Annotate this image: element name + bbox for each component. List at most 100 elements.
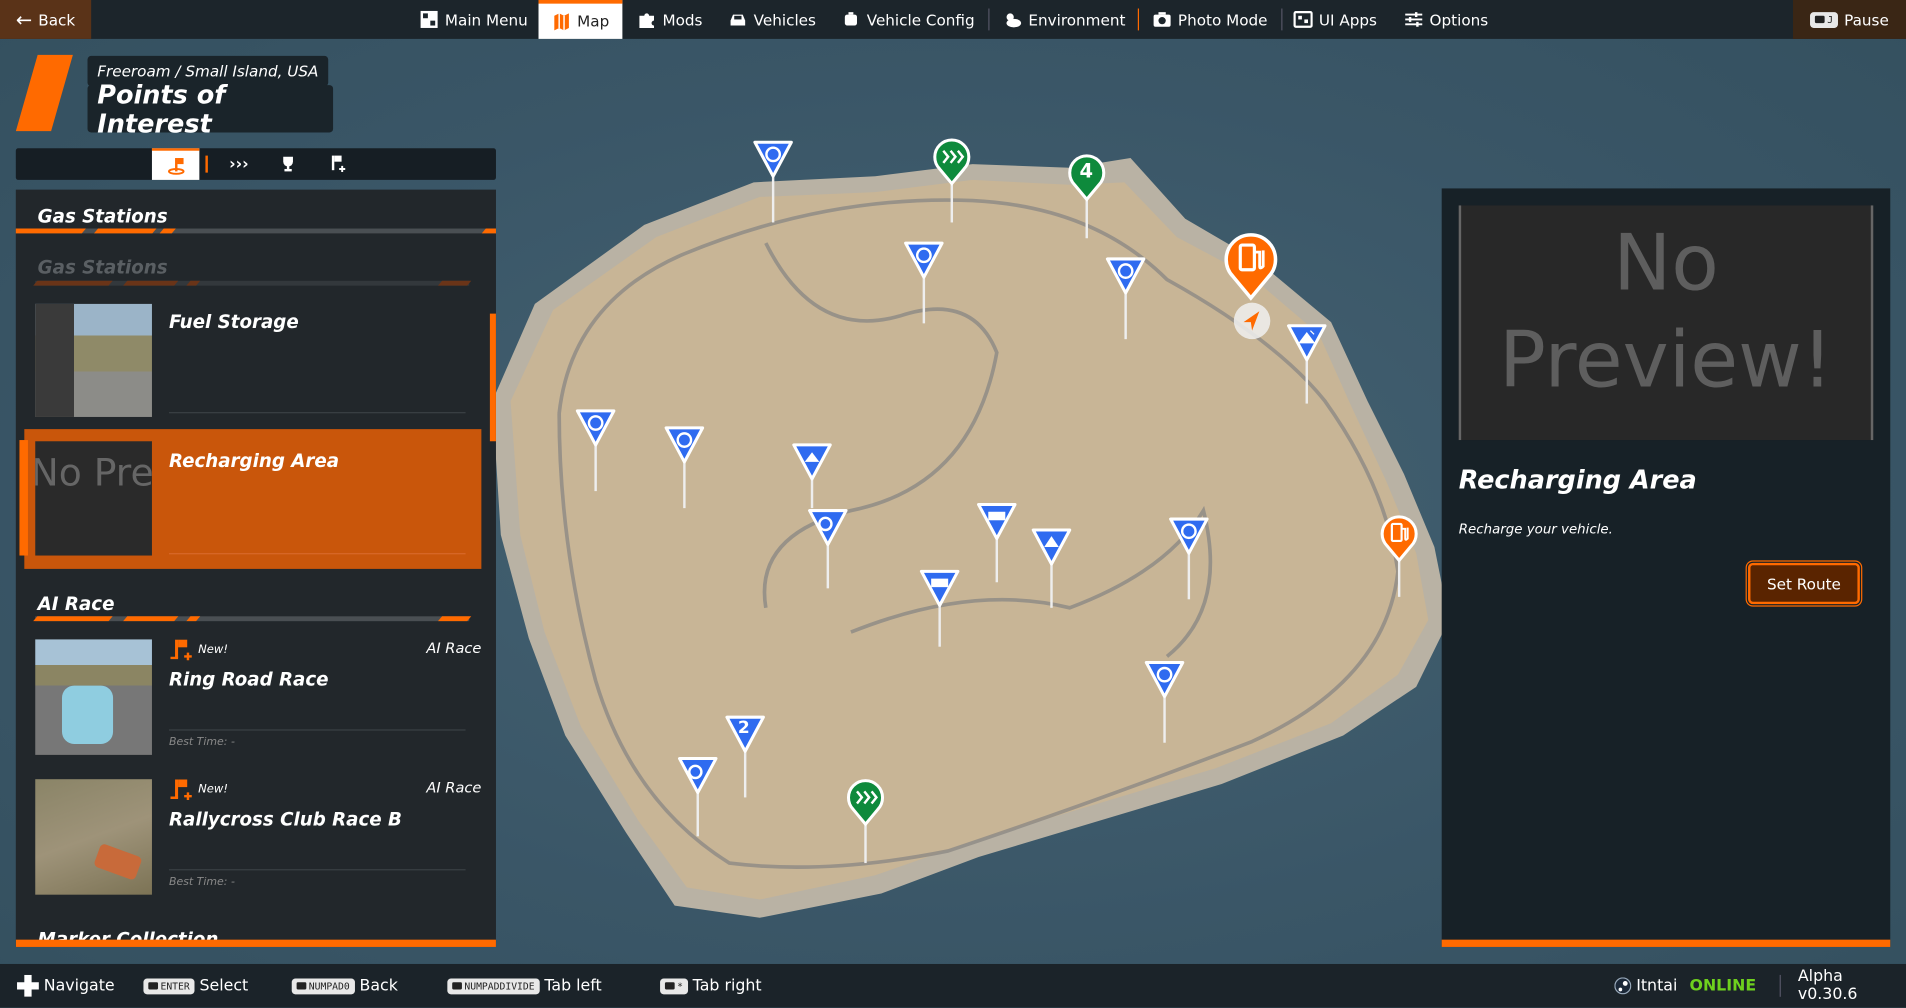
truck-icon <box>919 569 960 607</box>
nav-vehicles[interactable]: Vehicles <box>728 0 816 39</box>
back-button[interactable]: ← Back <box>0 0 92 39</box>
keyboard-icon <box>1815 15 1825 24</box>
nav-vehicle-config[interactable]: Vehicle Config <box>841 0 975 39</box>
item-divider <box>168 553 466 555</box>
nav-environment[interactable]: Environment <box>1003 0 1125 39</box>
flag-plus-icon <box>331 155 345 173</box>
map-icon <box>554 12 569 30</box>
camera-icon <box>1153 12 1171 27</box>
weather-icon <box>1006 13 1022 28</box>
timer-icon <box>664 426 705 464</box>
engine-icon <box>844 12 857 26</box>
item-divider <box>168 412 466 414</box>
panel-bottom-bar <box>1441 939 1891 947</box>
top-nav-bar: ← Back Main Menu Map Mods Vehicles Vehicl… <box>0 0 1906 39</box>
list-item-recharging-area[interactable]: No Preview Recharging Area <box>19 429 482 569</box>
chevrons-icon <box>846 779 885 827</box>
hint-navigate: Navigate <box>17 964 115 1008</box>
flag-plus-icon <box>170 639 192 661</box>
poi-detail-panel: No Preview! Recharging Area Recharge your… <box>1441 188 1891 947</box>
tab-separator <box>205 155 208 173</box>
thumbnail-image <box>35 639 152 755</box>
best-time: Best Time: - <box>168 736 235 749</box>
tab-points-of-interest[interactable] <box>151 148 200 180</box>
car-icon <box>730 14 746 26</box>
keyboard-icon <box>664 982 675 990</box>
hint-back[interactable]: NUMPAD0 Back <box>291 964 398 1008</box>
key-hint: J <box>1810 11 1839 28</box>
logo-slash <box>15 54 73 132</box>
tab-races[interactable]: ››› <box>215 148 262 180</box>
no-preview-image: No Preview! <box>1458 205 1874 441</box>
item-title: Ring Road Race <box>168 668 329 691</box>
subsection-heading: Gas Stations <box>37 256 168 279</box>
fuel-pump-icon <box>1224 233 1278 301</box>
list-item-fuel-storage[interactable]: Fuel Storage <box>16 303 482 417</box>
item-divider <box>168 729 466 731</box>
hint-tab-left[interactable]: NUMPADDIVIDE Tab left <box>447 964 602 1008</box>
scenario-icon <box>792 443 832 481</box>
timer-icon <box>1105 257 1146 295</box>
nav-ui-apps[interactable]: UI Apps <box>1293 0 1377 39</box>
puzzle-icon <box>639 13 654 28</box>
keyboard-icon <box>296 982 307 990</box>
hint-select[interactable]: ENTER Select <box>143 964 248 1008</box>
race-type: AI Race <box>426 639 482 657</box>
key-numpad0: NUMPAD0 <box>291 977 355 994</box>
key-numpaddivide: NUMPADDIVIDE <box>447 977 540 994</box>
nav-main-menu[interactable]: Main Menu <box>419 0 528 39</box>
set-route-button[interactable]: Set Route <box>1745 560 1863 607</box>
nav-separator <box>1281 8 1283 31</box>
chevrons-icon <box>933 138 971 186</box>
race-item-ring-road-race[interactable]: New! AI Race Ring Road Race Best Time: - <box>16 639 482 756</box>
key-enter: ENTER <box>143 977 195 994</box>
race-type: AI Race <box>426 779 482 797</box>
hint-tab-right[interactable]: * Tab right <box>660 964 762 1008</box>
item-divider <box>168 869 466 871</box>
page-title: Points of Interest <box>87 80 334 138</box>
nav-mods[interactable]: Mods <box>637 0 702 39</box>
new-badge: New! <box>198 643 228 657</box>
truck-icon <box>977 502 1017 541</box>
timer-icon <box>904 241 944 279</box>
tab-challenges[interactable] <box>264 148 311 180</box>
timer-icon <box>753 140 793 178</box>
race-item-rallycross-club-race-b[interactable]: New! AI Race Rallycross Club Race B Best… <box>16 779 482 896</box>
scrollbar-thumb[interactable] <box>489 313 496 442</box>
nav-map[interactable]: Map <box>538 0 623 39</box>
timer-icon <box>1144 660 1185 699</box>
bottom-hint-bar: Navigate ENTER Select NUMPAD0 Back NUMPADD… <box>0 963 1906 1008</box>
pause-button[interactable]: J Pause <box>1793 0 1906 39</box>
subsection-divider <box>33 280 472 286</box>
separator <box>1779 974 1781 997</box>
best-time: Best Time: - <box>168 876 235 889</box>
drift-icon <box>678 757 718 795</box>
tab-new-missions[interactable] <box>312 148 359 180</box>
new-badge: New! <box>198 782 228 797</box>
key-multiply: * <box>660 977 688 994</box>
keyboard-icon <box>452 982 462 990</box>
nav-photo-mode[interactable]: Photo Mode <box>1152 0 1268 39</box>
online-status: Itntai ONLINE <box>1614 964 1756 1008</box>
poi-list-panel[interactable]: Gas Stations Gas Stations Fuel Storage N… <box>15 189 496 947</box>
category-tabs: ››› <box>15 148 496 180</box>
apps-icon <box>1293 11 1313 28</box>
dpad-icon <box>17 974 39 997</box>
car-image <box>61 685 114 744</box>
car-image <box>93 842 143 881</box>
nav-separator <box>1137 8 1140 31</box>
no-preview-thumbnail: No Preview <box>35 441 152 556</box>
section-heading: Gas Stations <box>37 205 168 228</box>
section-heading: AI Race <box>37 593 115 616</box>
panel-bottom-bar <box>15 939 496 947</box>
flag-icon <box>167 158 184 175</box>
fuel-pump-icon <box>1380 515 1418 563</box>
scenario-icon <box>1031 528 1072 566</box>
thumbnail-image <box>35 779 152 895</box>
nav-options[interactable]: Options <box>1404 0 1488 39</box>
thumbnail-image <box>35 303 152 417</box>
detail-title: Recharging Area <box>1458 465 1697 495</box>
flag-plus-icon <box>170 779 192 801</box>
chevrons-icon: ››› <box>229 154 249 174</box>
item-title: Recharging Area <box>168 449 340 472</box>
